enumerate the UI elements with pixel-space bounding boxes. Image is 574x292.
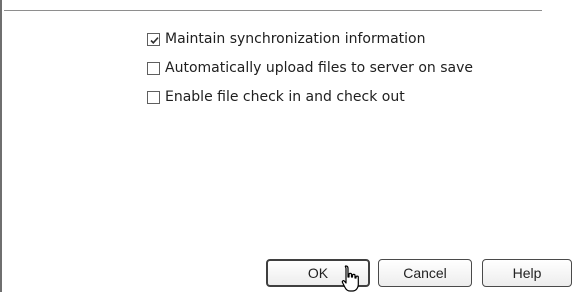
maintain-sync-checkbox[interactable]	[147, 32, 160, 46]
dialog-button-row: OK Cancel Help	[266, 259, 572, 287]
cancel-button[interactable]: Cancel	[378, 259, 472, 287]
screenshot-page: Maintain synchronization information Aut…	[0, 0, 574, 292]
check-in-out-option[interactable]: Enable file check in and check out	[147, 88, 405, 106]
auto-upload-option[interactable]: Automatically upload files to server on …	[147, 59, 473, 77]
check-in-out-checkbox[interactable]	[147, 90, 160, 104]
maintain-sync-option[interactable]: Maintain synchronization information	[147, 30, 426, 48]
site-definition-dialog: Maintain synchronization information Aut…	[0, 0, 574, 292]
ok-button[interactable]: OK	[266, 259, 370, 287]
help-button[interactable]: Help	[482, 259, 572, 287]
checkmark-icon	[150, 36, 159, 44]
top-separator	[4, 10, 542, 11]
maintain-sync-label: Maintain synchronization information	[165, 31, 426, 47]
check-in-out-label: Enable file check in and check out	[165, 89, 405, 105]
auto-upload-label: Automatically upload files to server on …	[165, 60, 474, 76]
auto-upload-checkbox[interactable]	[147, 61, 160, 75]
